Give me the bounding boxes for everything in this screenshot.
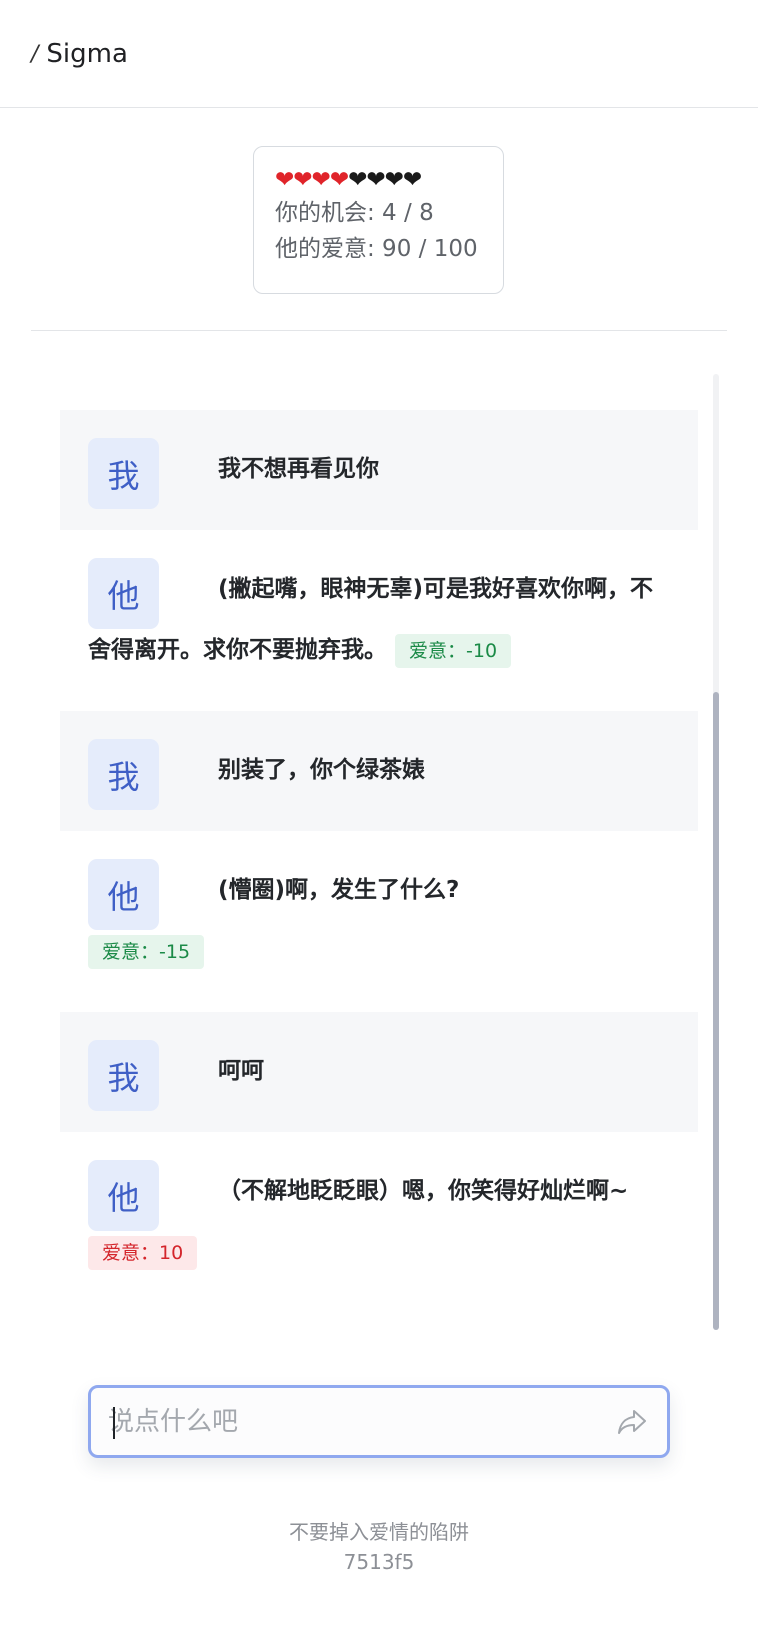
message-text: 别装了，你个绿茶婊 [218,757,425,783]
avatar-he: 他 [88,558,159,629]
brand-title: Sigma [46,39,128,69]
brand-separator: / [31,41,39,67]
chat-log[interactable]: 我 我不想再看见你 他 (撇起嘴，眼神无辜)可是我好喜欢你啊，不舍得离开。求你不… [60,410,698,1313]
footer-slogan: 不要掉入爱情的陷阱 [289,1520,469,1544]
message-me: 我 别装了，你个绿茶婊 [60,711,698,831]
chat-input[interactable] [108,1400,588,1444]
send-icon[interactable] [617,1408,647,1436]
message-me: 我 呵呵 [60,1012,698,1132]
message-he: 他 (撇起嘴，眼神无辜)可是我好喜欢你啊，不舍得离开。求你不要抛弃我。 爱意：-… [60,530,698,711]
affection-text: 他的爱意: 90 / 100 [275,236,478,262]
avatar-he: 他 [88,1160,159,1231]
message-text: 呵呵 [218,1058,264,1084]
message-he: 他 （不解地眨眨眼）嗯，你笑得好灿烂啊~ 爱意：10 [60,1132,698,1313]
avatar-he: 他 [88,859,159,930]
heart-filled-icon: ❤❤❤❤ [275,167,349,193]
message-text: （不解地眨眨眼）嗯，你笑得好灿烂啊~ [218,1178,629,1204]
heart-empty-icon: ❤❤❤❤ [348,167,422,193]
app-header: / Sigma [0,0,758,108]
chances-text: 你的机会: 4 / 8 [275,200,434,226]
affection-change-badge: 爱意：-10 [395,633,512,668]
hearts-row: ❤❤❤❤❤❤❤❤ [275,165,482,195]
affection-change-badge: 爱意：10 [88,1235,198,1270]
text-caret [113,1407,115,1439]
message-he: 他 (懵圈)啊，发生了什么? 爱意：-15 [60,831,698,1012]
message-text: 我不想再看见你 [218,456,379,482]
message-text: (撇起嘴，眼神无辜)可是我好喜欢你啊，不舍得离开。求你不要抛弃我。 [88,576,654,663]
footer-version: 7513f5 [343,1550,415,1574]
affection-change-badge: 爱意：-15 [88,934,205,969]
avatar-me: 我 [88,739,159,810]
message-text: (懵圈)啊，发生了什么? [218,877,460,903]
divider [31,330,727,331]
scrollbar-thumb[interactable] [713,692,719,1330]
status-card: ❤❤❤❤❤❤❤❤ 你的机会: 4 / 8 他的爱意: 90 / 100 [253,146,504,294]
brand[interactable]: / Sigma [31,36,128,72]
message-me: 我 我不想再看见你 [60,410,698,530]
chat-input-box[interactable] [88,1385,670,1458]
avatar-me: 我 [88,438,159,509]
avatar-me: 我 [88,1040,159,1111]
